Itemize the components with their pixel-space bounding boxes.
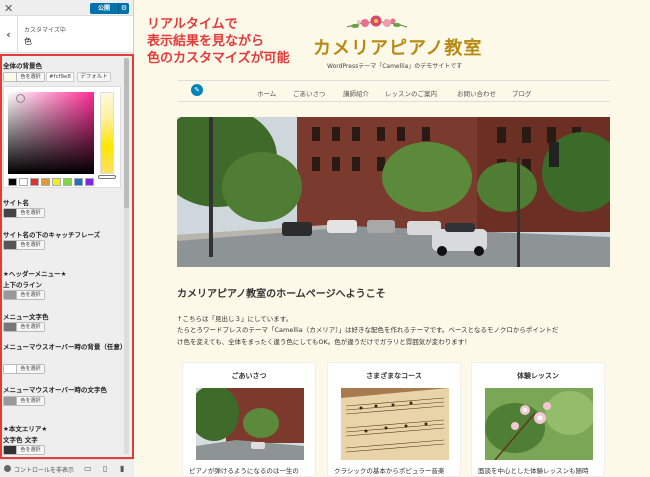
palette-swatch[interactable] (74, 178, 83, 186)
palette-swatch[interactable] (52, 178, 61, 186)
select-color-button[interactable]: 色を選択 (17, 365, 44, 373)
gear-icon[interactable]: ⚙ (118, 3, 129, 14)
color-chip (4, 446, 17, 454)
card-title: ごあいさつ (231, 372, 267, 380)
body-paragraph-3: け色を変えても、全体をまったく違う色にしてもOK。色が違うだけでガラリと雰囲気が… (177, 338, 471, 346)
color-chip (4, 397, 17, 405)
group-heading-body: ★本文エリア★ (3, 425, 48, 433)
control-label-body-text: 文字色 文字 (3, 436, 38, 444)
card-text: クラシックの基本からポピュラー音楽 (334, 467, 445, 475)
camellia-logo (346, 15, 408, 29)
hex-input[interactable]: #fcf9e8 (46, 72, 74, 82)
palette-swatch[interactable] (41, 178, 50, 186)
site-preview: リアルタイムで 表示結果を見ながら 色のカスタマイズが可能 カメリアピアノ教室 … (135, 0, 650, 477)
palette (8, 178, 94, 186)
body-paragraph-1: ↑こちらは「見出し３」にしています。 (177, 315, 293, 323)
color-swatch-background[interactable]: 色を選択 (3, 72, 45, 82)
select-color-button[interactable]: 色を選択 (17, 209, 44, 217)
color-swatch-hover-text[interactable]: 色を選択 (3, 396, 45, 406)
collapse-icon[interactable] (4, 465, 11, 472)
feature-card-trial[interactable]: 体験レッスン 面談を中心とした体験レッスンも随時 (471, 362, 605, 477)
control-label-background: 全体の背景色 (3, 62, 42, 70)
control-label-hover-text: メニューマウスオーバー時の文字色 (3, 386, 107, 394)
section-title: 色 (24, 37, 32, 46)
select-color-button[interactable]: 色を選択 (17, 241, 44, 249)
card-title: 体験レッスン (517, 372, 559, 380)
feature-card-courses[interactable]: さまざまなコース クラシックの基本からポピュラー音楽 (327, 362, 461, 477)
annotation-text: リアルタイムで 表示結果を見ながら 色のカスタマイズが可能 (147, 17, 290, 66)
select-color-button[interactable]: 色を選択 (17, 397, 44, 405)
nav-item-greeting[interactable]: ごあいさつ (293, 88, 326, 98)
color-swatch-site-name[interactable]: 色を選択 (3, 208, 45, 218)
color-swatch-catchphrase[interactable]: 色を選択 (3, 240, 45, 250)
back-button[interactable]: ‹ (0, 16, 18, 53)
hue-slider[interactable] (100, 92, 114, 174)
color-chip (4, 241, 17, 249)
nav-item-teachers[interactable]: 講師紹介 (343, 88, 369, 98)
saturation-field[interactable] (8, 92, 94, 174)
publish-button[interactable]: 公開 (90, 3, 118, 14)
customizer-sidebar: ✕ 公開 ⚙ ‹ カスタマイズ中 色 全体の背景色 色を選択 #fcf9e8 デ… (0, 0, 134, 477)
color-chip (4, 323, 17, 331)
control-label-catchphrase: サイト名の下のキャッチフレーズ (3, 231, 101, 239)
nav-item-blog[interactable]: ブログ (512, 88, 532, 98)
color-chip (4, 73, 17, 81)
palette-swatch[interactable] (8, 178, 17, 186)
color-swatch-body-text[interactable]: 色を選択 (3, 445, 45, 455)
color-picker (3, 86, 121, 188)
control-label-hover-bg: メニューマウスオーバー時の背景（任意） (3, 343, 127, 351)
feature-card-greeting[interactable]: ごあいさつ ピアノが弾けるようになるのは一生の (182, 362, 316, 477)
hue-handle[interactable] (98, 175, 116, 179)
nav-item-lessons[interactable]: レッスンのご案内 (385, 88, 437, 98)
card-image-street (196, 388, 304, 460)
default-button[interactable]: デフォルト (77, 72, 111, 82)
chevron-left-icon: ‹ (6, 28, 11, 41)
tablet-preview-icon[interactable]: ▯ (103, 464, 107, 473)
saturation-handle[interactable] (16, 94, 25, 103)
collapse-button[interactable]: コントロールを非表示 (14, 465, 74, 474)
palette-swatch[interactable] (30, 178, 39, 186)
site-tagline: WordPressテーマ「Camellia」のデモサイトです (327, 63, 463, 70)
palette-swatch[interactable] (63, 178, 72, 186)
scrollbar-thumb[interactable] (124, 58, 129, 208)
control-label-menu-text: メニュー文字色 (3, 313, 49, 321)
palette-swatch[interactable] (19, 178, 28, 186)
card-image-flowers (485, 388, 593, 460)
mobile-preview-icon[interactable]: ▮ (120, 464, 124, 473)
site-title[interactable]: カメリアピアノ教室 (313, 34, 482, 60)
color-chip (4, 365, 17, 373)
control-label-site-name: サイト名 (3, 199, 29, 207)
color-swatch-hover-bg[interactable]: 色を選択 (3, 364, 45, 374)
select-color-button[interactable]: 色を選択 (17, 291, 44, 299)
card-image-sheet-music (341, 388, 449, 460)
desktop-preview-icon[interactable]: ▭ (84, 464, 92, 473)
palette-swatch[interactable] (85, 178, 94, 186)
select-color-button[interactable]: 色を選択 (17, 323, 44, 331)
edit-shortcut-icon[interactable]: ✎ (191, 84, 203, 96)
welcome-heading: カメリアピアノ教室のホームページへようこそ (177, 289, 386, 300)
nav-item-home[interactable]: ホーム (257, 88, 276, 98)
breadcrumb: カスタマイズ中 (24, 27, 66, 34)
card-text: ピアノが弾けるようになるのは一生の (189, 467, 299, 475)
customizer-footer: コントロールを非表示 ▭ ▯ ▮ (0, 459, 134, 477)
select-color-button[interactable]: 色を選択 (17, 446, 44, 454)
color-chip (4, 209, 17, 217)
card-text: 面談を中心とした体験レッスンも随時 (478, 467, 589, 475)
color-chip (4, 291, 17, 299)
select-color-button[interactable]: 色を選択 (17, 73, 44, 81)
body-paragraph-2: たらとろワードプレスのテーマ「Camellia（カメリア）」は好きな配色を作れる… (177, 326, 559, 334)
control-label-menu-lines: 上下のライン (3, 281, 42, 289)
customizer-header: ✕ 公開 ⚙ (0, 0, 133, 16)
group-heading-header-menu: ★ヘッダーメニュー★ (3, 270, 67, 278)
color-swatch-menu-text[interactable]: 色を選択 (3, 322, 45, 332)
section-header: ‹ カスタマイズ中 色 (0, 16, 133, 53)
hero-street-image (177, 117, 610, 267)
color-swatch-menu-lines[interactable]: 色を選択 (3, 290, 45, 300)
card-title: さまざまなコース (366, 372, 422, 380)
nav-item-contact[interactable]: お問い合わせ (457, 88, 496, 98)
close-icon[interactable]: ✕ (4, 2, 13, 15)
